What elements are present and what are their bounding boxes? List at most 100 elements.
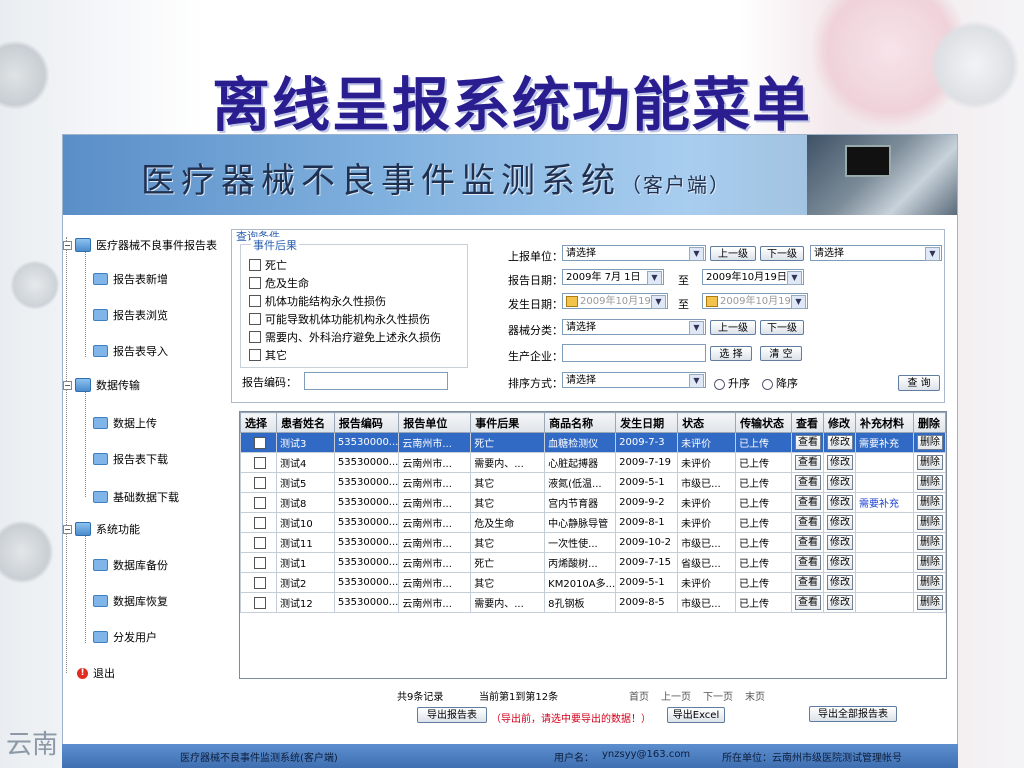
table-row[interactable]: 测试5 53530000... 云南州市... 其它 液氮(低温... 2009-5-1 市… <box>240 472 946 493</box>
view-button[interactable]: 查看 <box>795 475 822 490</box>
pager-first[interactable]: 首页 <box>629 688 649 703</box>
collapse-icon[interactable]: − <box>63 380 72 390</box>
radio[interactable] <box>762 378 773 390</box>
row-checkbox[interactable] <box>253 556 266 569</box>
checkbox[interactable] <box>249 277 261 289</box>
delete-button[interactable]: 删除 <box>916 555 943 570</box>
export-report-button[interactable]: 导出报告表 <box>417 707 487 723</box>
outcome-checkbox-possible-damage[interactable]: 可能导致机体功能机构永久性损伤 <box>249 311 430 327</box>
pager-prev[interactable]: 上一页 <box>661 688 691 703</box>
edit-button[interactable]: 修改 <box>827 555 853 570</box>
calendar-checkbox-icon[interactable] <box>706 295 718 307</box>
view-button[interactable]: 查看 <box>795 555 822 570</box>
unit-select[interactable]: 请选择 ▼ <box>562 245 706 261</box>
sidebar-group-system[interactable]: − 系统功能 <box>63 521 140 537</box>
edit-button[interactable]: 修改 <box>827 435 853 450</box>
table-row[interactable]: 测试2 53530000... 云南州市... 其它 KM2010A多... 2009-5… <box>240 572 946 593</box>
unit-sub-select[interactable]: 请选择 ▼ <box>810 245 942 261</box>
unit-down-button[interactable]: 下一级 <box>760 246 804 261</box>
sidebar-item-report-browse[interactable]: 报告表浏览 <box>93 307 168 323</box>
delete-button[interactable]: 删除 <box>916 455 943 470</box>
sort-select[interactable]: 请选择 ▼ <box>562 372 706 388</box>
delete-button[interactable]: 删除 <box>916 575 943 590</box>
outcome-checkbox-permanent-damage[interactable]: 机体功能结构永久性损伤 <box>249 293 386 309</box>
delete-button[interactable]: 删除 <box>916 495 943 510</box>
view-button[interactable]: 查看 <box>795 575 822 590</box>
row-checkbox[interactable] <box>253 576 266 589</box>
sidebar-item-upload[interactable]: 数据上传 <box>93 415 157 431</box>
view-button[interactable]: 查看 <box>795 595 822 610</box>
company-input[interactable] <box>562 344 706 362</box>
report-date-to[interactable]: 2009年10月19日 ▼ <box>702 269 804 285</box>
edit-button[interactable]: 修改 <box>827 595 853 610</box>
export-all-button[interactable]: 导出全部报告表 <box>809 706 897 722</box>
delete-button[interactable]: 删除 <box>916 435 943 450</box>
supplement-link[interactable]: 需要补充 <box>859 499 899 510</box>
sidebar-group-transfer[interactable]: − 数据传输 <box>63 377 140 393</box>
collapse-icon[interactable]: − <box>63 524 72 534</box>
sidebar-item-report-download[interactable]: 报告表下载 <box>93 451 168 467</box>
query-button[interactable]: 查 询 <box>898 375 940 391</box>
radio[interactable] <box>714 378 725 390</box>
sidebar-item-distribute-user[interactable]: 分发用户 <box>93 629 157 645</box>
delete-button[interactable]: 删除 <box>916 515 943 530</box>
calendar-checkbox-icon[interactable] <box>566 295 578 307</box>
table-row[interactable]: 测试4 53530000... 云南州市... 需要内、... 心脏起搏器 2009-7-… <box>240 452 946 473</box>
row-checkbox[interactable] <box>253 536 266 549</box>
edit-button[interactable]: 修改 <box>827 495 853 510</box>
checkbox[interactable] <box>249 259 261 271</box>
outcome-checkbox-death[interactable]: 死亡 <box>249 257 287 273</box>
sort-asc-radio[interactable]: 升序 <box>714 375 750 391</box>
row-checkbox[interactable] <box>253 476 266 489</box>
occur-date-to[interactable]: 2009年10月19日 ▼ <box>702 293 808 309</box>
row-checkbox[interactable] <box>253 436 266 449</box>
report-no-input[interactable] <box>304 372 448 390</box>
table-row[interactable]: 测试10 53530000... 云南州市... 危及生命 中心静脉导管 2009-8-1… <box>240 512 946 533</box>
sidebar-item-basedata-download[interactable]: 基础数据下载 <box>93 489 179 505</box>
supplement-link[interactable]: 需要补充 <box>859 439 899 450</box>
row-checkbox[interactable] <box>253 596 266 609</box>
table-row[interactable]: 测试8 53530000... 云南州市... 其它 宫内节育器 2009-9-2 未评价已… <box>240 492 946 513</box>
edit-button[interactable]: 修改 <box>827 455 853 470</box>
edit-button[interactable]: 修改 <box>827 475 853 490</box>
edit-button[interactable]: 修改 <box>827 515 853 530</box>
checkbox[interactable] <box>249 313 261 325</box>
category-down-button[interactable]: 下一级 <box>760 320 804 335</box>
view-button[interactable]: 查看 <box>795 435 822 450</box>
checkbox[interactable] <box>249 331 261 343</box>
view-button[interactable]: 查看 <box>795 495 822 510</box>
pager-next[interactable]: 下一页 <box>703 688 733 703</box>
sidebar-item-restore[interactable]: 数据库恢复 <box>93 593 168 609</box>
view-button[interactable]: 查看 <box>795 515 822 530</box>
checkbox[interactable] <box>249 349 261 361</box>
pager-last[interactable]: 末页 <box>745 688 765 703</box>
report-date-from[interactable]: 2009年 7月 1日 ▼ <box>562 269 664 285</box>
table-row[interactable]: 测试12 53530000... 云南州市... 需要内、... 8孔钢板 2009-8-… <box>240 592 946 613</box>
table-row[interactable]: 测试3 53530000... 云南州市... 死亡 血糖检测仪 2009-7-3 未评价已… <box>240 432 946 453</box>
row-checkbox[interactable] <box>253 496 266 509</box>
sidebar-item-backup[interactable]: 数据库备份 <box>93 557 168 573</box>
delete-button[interactable]: 删除 <box>916 475 943 490</box>
sidebar-item-report-import[interactable]: 报告表导入 <box>93 343 168 359</box>
view-button[interactable]: 查看 <box>795 535 822 550</box>
clear-company-button[interactable]: 清 空 <box>760 346 802 361</box>
row-checkbox[interactable] <box>253 516 266 529</box>
outcome-checkbox-treatment[interactable]: 需要内、外科治疗避免上述永久损伤 <box>249 329 441 345</box>
export-excel-button[interactable]: 导出Excel <box>667 707 725 723</box>
sidebar-group-reports[interactable]: − 医疗器械不良事件报告表 <box>63 237 217 253</box>
unit-up-button[interactable]: 上一级 <box>710 246 756 261</box>
sidebar-item-report-new[interactable]: 报告表新增 <box>93 271 168 287</box>
sort-desc-radio[interactable]: 降序 <box>762 375 798 391</box>
select-company-button[interactable]: 选 择 <box>710 346 752 361</box>
checkbox[interactable] <box>249 295 261 307</box>
outcome-checkbox-life-threat[interactable]: 危及生命 <box>249 275 309 291</box>
delete-button[interactable]: 删除 <box>916 595 943 610</box>
sidebar-item-exit[interactable]: ! 退出 <box>77 665 115 681</box>
occur-date-from[interactable]: 2009年10月19日 ▼ <box>562 293 668 309</box>
category-select[interactable]: 请选择 ▼ <box>562 319 706 335</box>
edit-button[interactable]: 修改 <box>827 535 853 550</box>
table-row[interactable]: 测试1 53530000... 云南州市... 死亡 丙烯酸树... 2009-7-15 省… <box>240 552 946 573</box>
row-checkbox[interactable] <box>253 456 266 469</box>
outcome-checkbox-other[interactable]: 其它 <box>249 347 287 363</box>
delete-button[interactable]: 删除 <box>916 535 943 550</box>
